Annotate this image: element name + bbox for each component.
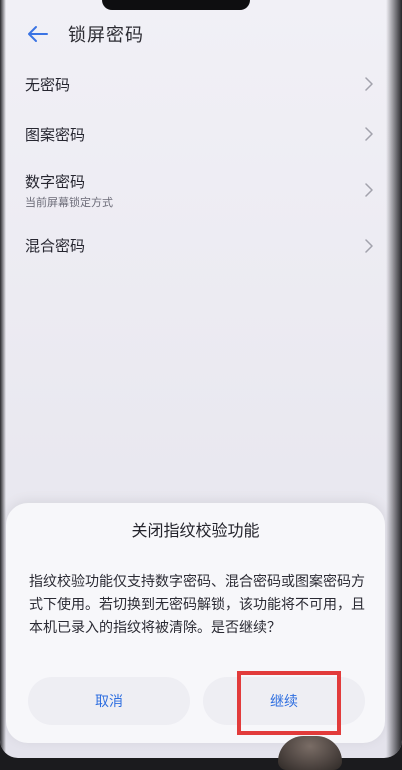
option-no-password[interactable]: 无密码 (0, 60, 380, 108)
back-arrow-icon (28, 26, 48, 42)
current-lock-method-note: 当前屏幕锁定方式 (25, 196, 113, 209)
left-bezel (0, 0, 6, 758)
phone-screen: 锁屏密码 无密码 图案密码 数字密码 当前屏幕锁定方式 混合密码 关闭指纹校验功… (0, 0, 402, 758)
page-title: 锁屏密码 (68, 25, 144, 46)
continue-highlight-box (237, 671, 341, 735)
option-label: 数字密码 (25, 173, 86, 191)
option-label: 无密码 (25, 76, 71, 94)
dialog-title: 关闭指纹校验功能 (131, 521, 260, 540)
right-bezel (386, 0, 402, 758)
option-pattern-password[interactable]: 图案密码 (0, 110, 380, 158)
option-numeric-password[interactable]: 数字密码 当前屏幕锁定方式 (0, 160, 380, 218)
cancel-button[interactable]: 取消 (28, 677, 190, 725)
option-label: 图案密码 (25, 126, 86, 144)
camera-notch (102, 0, 250, 10)
chevron-right-icon (365, 183, 373, 197)
finger-shadow (278, 736, 342, 770)
app-header: 锁屏密码 (0, 14, 402, 54)
chevron-right-icon (365, 127, 373, 141)
dialog-message: 指纹校验功能仅支持数字密码、混合密码或图案密码方式下使用。若切换到无密码解锁，该… (29, 574, 365, 636)
chevron-right-icon (365, 239, 373, 253)
option-label: 混合密码 (25, 237, 86, 255)
back-button[interactable] (22, 18, 54, 50)
chevron-right-icon (365, 77, 373, 91)
option-mixed-password[interactable]: 混合密码 (0, 222, 380, 270)
